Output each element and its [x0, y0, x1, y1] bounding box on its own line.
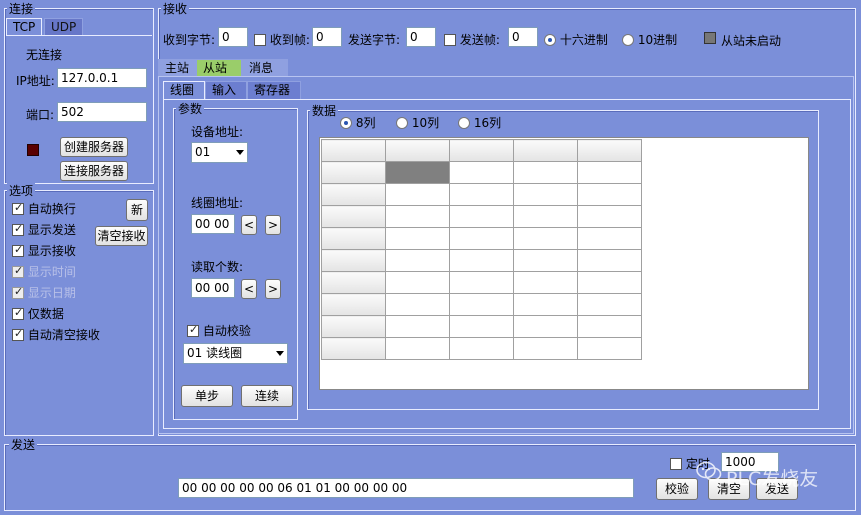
- main-tabs: 主站 从站 消息: [158, 59, 288, 77]
- recv-frames-label: 收到帧:: [254, 31, 310, 48]
- tab-message[interactable]: 消息: [242, 59, 288, 77]
- slave-status-indicator: [704, 32, 716, 44]
- function-select[interactable]: 01 读线圈: [183, 343, 288, 364]
- ip-input[interactable]: 127.0.0.1: [57, 68, 147, 88]
- coil-addr-prev-button[interactable]: <: [241, 215, 257, 235]
- table-row: [321, 271, 642, 294]
- connection-indicator: [27, 144, 39, 156]
- cols-10-radio[interactable]: 10列: [396, 114, 439, 131]
- send-bytes-label: 发送字节:: [348, 33, 401, 47]
- send-bytes-field: 0: [406, 27, 436, 47]
- check-button[interactable]: 校验: [656, 478, 698, 500]
- checkbox[interactable]: [12, 327, 24, 341]
- continuous-button[interactable]: 连续: [241, 385, 293, 407]
- radio-button[interactable]: [340, 117, 352, 129]
- options-list: 自动换行 显示发送 显示接收 显示时间 显示日期 仅数据 自动清空接收: [12, 200, 100, 347]
- table-row: [321, 183, 642, 206]
- recv-frames-field: 0: [312, 27, 342, 47]
- table-row: [321, 227, 642, 250]
- send-frames-checkbox[interactable]: [444, 34, 456, 46]
- radio-button[interactable]: [622, 34, 634, 46]
- coil-addr-label: 线圈地址:: [191, 196, 244, 210]
- checkbox[interactable]: [12, 201, 24, 215]
- auto-check-option[interactable]: 自动校验: [187, 322, 251, 339]
- data-grid-container: [319, 137, 809, 390]
- chevron-down-icon: [276, 351, 284, 356]
- chevron-down-icon: [236, 150, 244, 155]
- coil-addr-input[interactable]: 00 00: [191, 214, 235, 234]
- table-row: [321, 161, 642, 184]
- checkbox: [12, 285, 24, 299]
- options-title: 选项: [7, 182, 36, 199]
- option-auto-wrap[interactable]: 自动换行: [12, 200, 100, 221]
- cols-16-radio[interactable]: 16列: [458, 114, 501, 131]
- read-count-next-button[interactable]: >: [265, 279, 281, 299]
- table-row: [321, 337, 642, 360]
- table-row: [321, 249, 642, 272]
- radio-button[interactable]: [544, 34, 556, 46]
- slave-status-label: 从站未启动: [721, 34, 782, 48]
- table-row: [321, 293, 642, 316]
- read-count-input[interactable]: 00 00: [191, 278, 235, 298]
- tab-udp[interactable]: UDP: [44, 18, 84, 36]
- port-label: 端口:: [26, 108, 55, 122]
- receive-title: 接收: [161, 0, 190, 17]
- send-payload-input[interactable]: 00 00 00 00 00 06 01 01 00 00 00 00: [178, 478, 634, 498]
- send-frames-field: 0: [508, 27, 538, 47]
- checkbox[interactable]: [12, 306, 24, 320]
- send-frames-label: 发送帧:: [444, 31, 500, 48]
- data-grid: [321, 139, 642, 360]
- watermark-text: PLC发烧友: [726, 468, 819, 490]
- step-button[interactable]: 单步: [181, 385, 233, 407]
- hex-radio[interactable]: 十六进制: [544, 31, 608, 48]
- option-show-date: 显示日期: [12, 284, 100, 305]
- recv-bytes-label: 收到字节:: [163, 33, 216, 47]
- checkbox[interactable]: [12, 222, 24, 236]
- option-show-time: 显示时间: [12, 263, 100, 284]
- params-title: 参数: [176, 100, 205, 117]
- option-auto-clear[interactable]: 自动清空接收: [12, 326, 100, 347]
- tab-register[interactable]: 寄存器: [247, 81, 301, 99]
- tab-input[interactable]: 输入: [205, 81, 247, 99]
- coil-addr-next-button[interactable]: >: [265, 215, 281, 235]
- send-title: 发送: [9, 436, 38, 453]
- option-show-send[interactable]: 显示发送: [12, 221, 100, 242]
- checkbox: [12, 264, 24, 278]
- data-title: 数据: [310, 102, 339, 119]
- connection-status: 无连接: [26, 48, 63, 62]
- tab-tcp[interactable]: TCP: [6, 18, 43, 36]
- checkbox[interactable]: [12, 243, 24, 257]
- option-show-recv[interactable]: 显示接收: [12, 242, 100, 263]
- cols-8-radio[interactable]: 8列: [340, 114, 375, 131]
- recv-frames-checkbox[interactable]: [254, 34, 266, 46]
- radio-button[interactable]: [396, 117, 408, 129]
- table-row: [321, 205, 642, 228]
- new-button[interactable]: 新: [126, 199, 148, 221]
- table-row: [321, 315, 642, 338]
- connection-title: 连接: [7, 0, 36, 17]
- grid-header-row: [321, 139, 642, 162]
- dec-radio[interactable]: 10进制: [622, 31, 677, 48]
- auto-check-checkbox[interactable]: [187, 323, 199, 337]
- port-input[interactable]: 502: [57, 102, 147, 122]
- option-data-only[interactable]: 仅数据: [12, 305, 100, 326]
- read-count-prev-button[interactable]: <: [241, 279, 257, 299]
- tab-slave[interactable]: 从站: [196, 59, 242, 77]
- timer-checkbox[interactable]: [670, 458, 682, 470]
- wechat-icon: [696, 461, 722, 483]
- ip-label: IP地址:: [16, 74, 55, 88]
- connect-server-button[interactable]: 连接服务器: [60, 161, 128, 181]
- tab-master[interactable]: 主站: [158, 59, 196, 77]
- device-addr-label: 设备地址:: [191, 125, 244, 139]
- device-addr-select[interactable]: 01: [191, 142, 248, 163]
- tab-coil[interactable]: 线圈: [163, 81, 205, 99]
- create-server-button[interactable]: 创建服务器: [60, 137, 128, 157]
- clear-receive-button[interactable]: 清空接收: [95, 226, 148, 246]
- recv-bytes-field: 0: [218, 27, 248, 47]
- radio-button[interactable]: [458, 117, 470, 129]
- read-count-label: 读取个数:: [191, 260, 244, 274]
